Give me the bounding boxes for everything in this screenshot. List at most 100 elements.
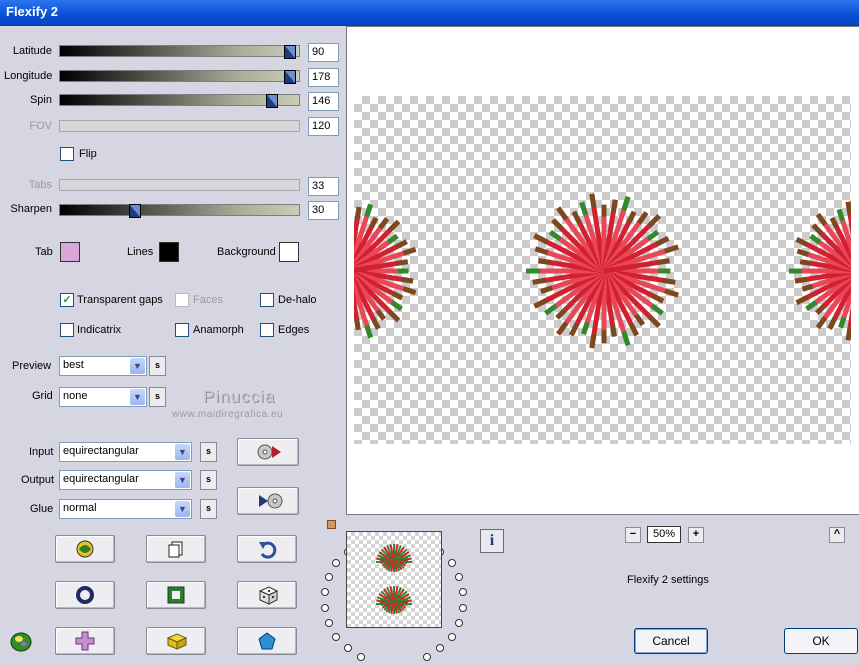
flower-ray-tip (801, 283, 814, 292)
longitude-slider[interactable] (59, 70, 300, 84)
flower-ray-tip (650, 303, 664, 316)
spin-slider[interactable] (59, 94, 300, 108)
zoom-in-button[interactable]: + (688, 527, 704, 543)
glue-s-button[interactable]: s (200, 499, 217, 519)
latitude-slider-thumb[interactable] (284, 45, 296, 59)
flower-ray-tip (664, 244, 679, 254)
copy-icon (168, 541, 183, 558)
preview-s-button[interactable]: s (149, 356, 166, 376)
output-s-button[interactable]: s (200, 470, 217, 490)
zoom-value: 50% (647, 526, 681, 543)
spin-value[interactable]: 146 (308, 92, 339, 111)
load-input-button[interactable] (237, 438, 299, 466)
thumbnail-flowers (376, 544, 412, 614)
save-output-button[interactable] (237, 487, 299, 515)
background-color-swatch[interactable] (279, 242, 299, 262)
flower-ray-tip (799, 259, 812, 266)
glue-select[interactable]: normal ▼ (59, 499, 192, 519)
flower-ray-tip (836, 208, 845, 222)
input-s-button[interactable]: s (200, 442, 217, 462)
flower-ray-tip (579, 201, 589, 216)
flower-ray-tip (838, 316, 847, 329)
block-button[interactable] (146, 627, 206, 655)
tabs-value: 33 (308, 177, 339, 196)
sharpen-value[interactable]: 30 (308, 201, 339, 220)
info-button[interactable]: i (480, 529, 504, 553)
output-select[interactable]: equirectangular ▼ (59, 470, 192, 490)
latitude-slider[interactable] (59, 45, 300, 59)
sharpen-slider-thumb[interactable] (129, 204, 141, 218)
latitude-value[interactable]: 90 (308, 43, 339, 62)
edges-checkbox[interactable] (260, 323, 274, 337)
flower-ray-tip (354, 206, 362, 219)
flower-ray-tip (646, 230, 660, 242)
flower-ray-tip (655, 236, 670, 247)
globe-icon (76, 540, 94, 558)
dice-icon (258, 586, 279, 605)
flower-ray-tip (662, 277, 676, 285)
flower-ray-tip (636, 211, 649, 225)
flower-ray-tip (556, 321, 569, 336)
faces-label: Faces (193, 294, 223, 306)
copy-button[interactable] (146, 535, 206, 563)
frame-button[interactable] (146, 581, 206, 609)
chevron-down-icon: ▼ (175, 444, 190, 460)
undo-icon (259, 541, 277, 559)
flower-ray-tip (815, 315, 828, 330)
preview-canvas[interactable] (346, 26, 859, 515)
random-button[interactable] (237, 581, 297, 609)
cube-icon (166, 633, 188, 650)
sharpen-slider[interactable] (59, 204, 300, 218)
grid-select[interactable]: none ▼ (59, 387, 147, 407)
gem-button[interactable] (237, 627, 297, 655)
anamorph-checkbox[interactable] (175, 323, 189, 337)
transparent-gaps-checkbox[interactable]: ✓ (60, 293, 74, 307)
reset-button[interactable] (55, 535, 115, 563)
lines-color-swatch[interactable] (159, 242, 179, 262)
ok-button[interactable]: OK (784, 628, 858, 654)
glue-label: Glue (30, 503, 54, 515)
flower-ray-tip (378, 217, 390, 230)
zoom-out-button[interactable]: − (625, 527, 641, 543)
tab-color-swatch[interactable] (60, 242, 80, 262)
flip-label: Flip (79, 148, 97, 160)
glue-select-value: normal (63, 502, 97, 514)
flower-ray-tip (395, 239, 408, 250)
flower-ray-tip (544, 303, 558, 316)
chevron-down-icon: ▼ (175, 472, 190, 488)
cancel-button[interactable]: Cancel (634, 628, 708, 654)
grid-s-button[interactable]: s (149, 387, 166, 407)
longitude-slider-thumb[interactable] (284, 70, 296, 84)
flower-ray-tip (396, 259, 409, 266)
ring-dot (448, 633, 456, 641)
flower-ray-tip (815, 212, 828, 227)
thumbnail-preview[interactable] (346, 531, 442, 628)
flower-ray-tip (845, 327, 851, 341)
indicatrix-label: Indicatrix (77, 324, 122, 336)
flower-ray-tip (647, 214, 661, 228)
indicatrix-checkbox[interactable] (60, 323, 74, 337)
flower-ray-tip (402, 286, 417, 296)
title-bar: Flexify 2 (0, 0, 859, 26)
dot-marker-icon (327, 520, 336, 529)
flower-ray-tip (626, 210, 637, 224)
longitude-value[interactable]: 178 (308, 68, 339, 87)
undo-button[interactable] (237, 535, 297, 563)
preview-select-value: best (63, 359, 84, 371)
ring-button[interactable] (55, 581, 115, 609)
flower-ray-tip (628, 322, 639, 337)
input-label: Input (29, 446, 54, 458)
input-select[interactable]: equirectangular ▼ (59, 442, 192, 462)
collapse-button[interactable]: ^ (829, 527, 845, 543)
ring-dot (325, 573, 333, 581)
ring-dot (436, 644, 444, 652)
preview-select[interactable]: best ▼ (59, 356, 147, 376)
ring-dot (357, 653, 365, 661)
flip-checkbox[interactable] (60, 147, 74, 161)
flower-ray-tip (829, 216, 840, 229)
dehalo-checkbox[interactable] (260, 293, 274, 307)
spin-slider-thumb[interactable] (266, 94, 278, 108)
cross-button[interactable] (55, 627, 115, 655)
ring-dot (448, 559, 456, 567)
chevron-down-icon: ▼ (175, 501, 190, 517)
